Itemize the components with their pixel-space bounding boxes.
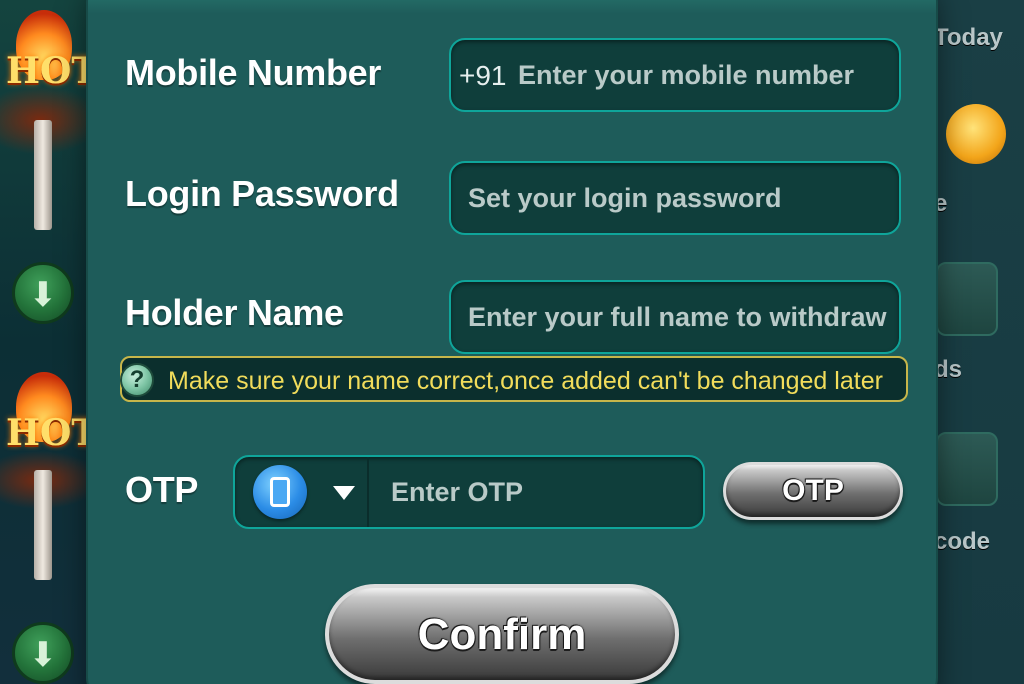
mobile-number-input[interactable] xyxy=(451,40,899,110)
hot-badge-label: HOT xyxy=(6,412,99,454)
coin-icon xyxy=(946,104,1006,164)
reward-card-icon xyxy=(936,262,998,336)
sidebar-label[interactable]: code xyxy=(934,528,990,556)
login-password-label: Login Password xyxy=(125,173,399,214)
login-password-input[interactable] xyxy=(451,163,899,233)
holder-name-label: Holder Name xyxy=(125,292,344,333)
question-icon: ? xyxy=(120,363,154,397)
name-notice: ? Make sure your name correct,once added… xyxy=(120,356,908,402)
sidebar-label[interactable]: e xyxy=(934,190,947,218)
phone-icon[interactable] xyxy=(253,465,307,519)
right-sidebar: Today e ds code xyxy=(932,0,1024,684)
otp-field xyxy=(233,455,705,529)
otp-input[interactable] xyxy=(375,457,695,527)
pillar-decoration xyxy=(34,120,52,230)
mobile-number-label: Mobile Number xyxy=(125,52,382,93)
holder-name-input[interactable] xyxy=(451,282,899,352)
notice-text: Make sure your name correct,once added c… xyxy=(168,367,883,395)
send-otp-button[interactable]: OTP xyxy=(723,462,903,520)
pillar-decoration xyxy=(34,470,52,580)
gift-code-icon xyxy=(936,432,998,506)
dropdown-caret-icon[interactable] xyxy=(333,486,355,500)
otp-label: OTP xyxy=(125,469,199,510)
sidebar-label[interactable]: ds xyxy=(934,356,962,384)
holder-name-field[interactable] xyxy=(449,280,901,354)
sidebar-label-today[interactable]: Today xyxy=(934,24,1003,52)
hot-badge-label: HOT xyxy=(6,50,99,92)
hot-badge: HOT xyxy=(2,372,98,454)
mobile-number-field[interactable]: +91 xyxy=(449,38,901,112)
divider xyxy=(367,457,369,527)
confirm-button[interactable]: Confirm xyxy=(325,584,679,684)
download-button[interactable]: ⬇ xyxy=(12,262,74,324)
download-button[interactable]: ⬇ xyxy=(12,622,74,684)
download-icon: ⬇ xyxy=(28,635,58,675)
download-icon: ⬇ xyxy=(28,275,58,315)
login-password-field[interactable] xyxy=(449,161,901,235)
hot-badge: HOT xyxy=(2,10,98,92)
